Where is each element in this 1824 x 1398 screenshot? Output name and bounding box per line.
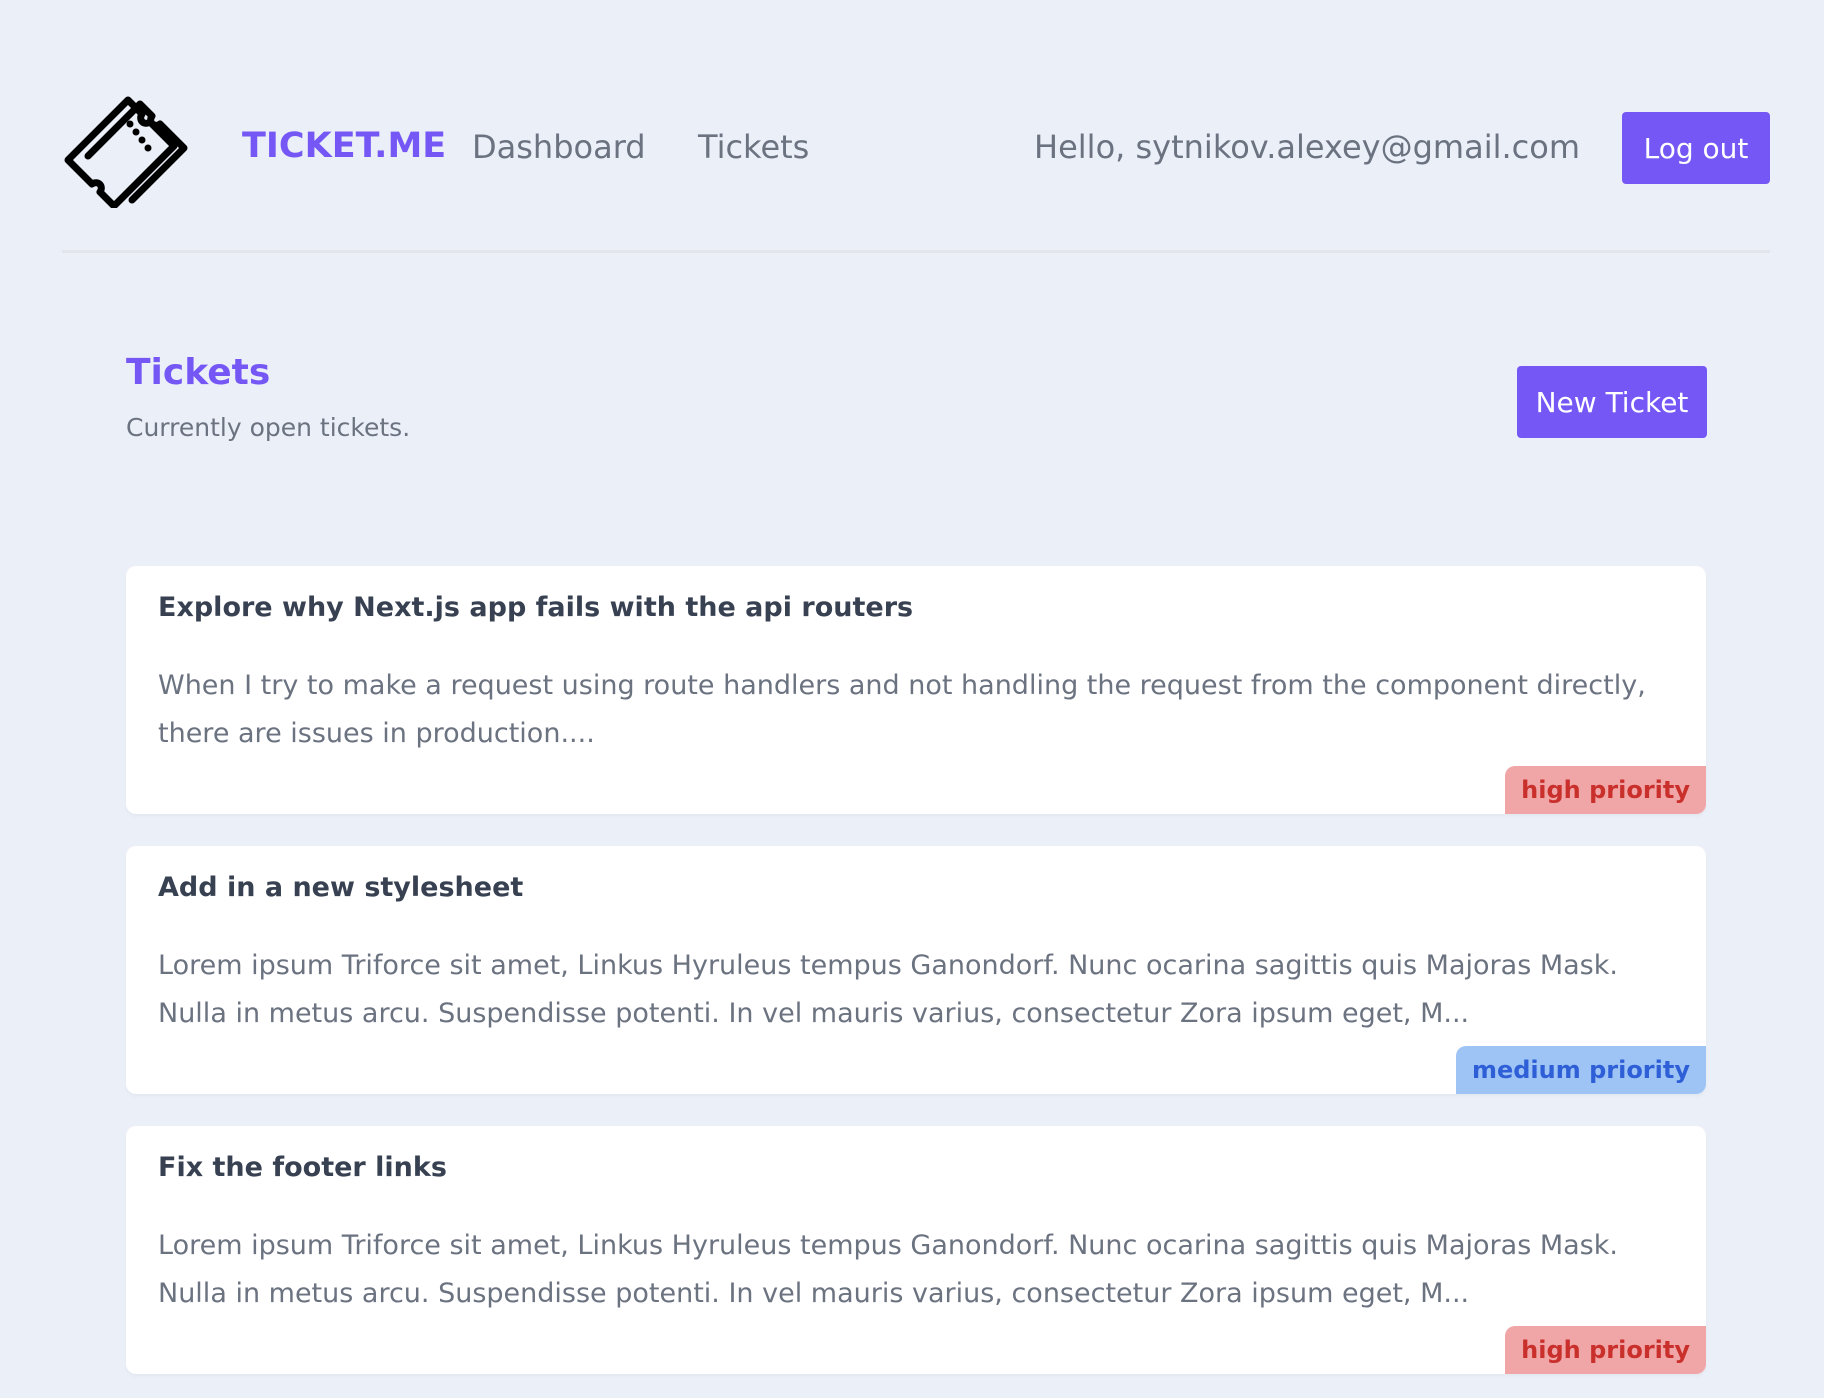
ticket-body: When I try to make a request using route…	[158, 670, 1646, 749]
ticket-card[interactable]: Explore why Next.js app fails with the a…	[126, 566, 1706, 814]
ticket-body: Lorem ipsum Triforce sit amet, Linkus Hy…	[158, 1230, 1618, 1309]
nav-link-dashboard[interactable]: Dashboard	[472, 128, 646, 166]
page-title: Tickets	[126, 352, 271, 393]
ticket-title: Fix the footer links	[158, 1152, 447, 1183]
new-ticket-button[interactable]: New Ticket	[1517, 366, 1707, 438]
brand-logo-text[interactable]: TICKET.ME	[242, 126, 446, 166]
ticket-title: Explore why Next.js app fails with the a…	[158, 592, 914, 623]
page-header: Tickets Currently open tickets.	[126, 352, 410, 442]
user-greeting: Hello, sytnikov.alexey@gmail.com	[1034, 128, 1580, 166]
ticket-icon[interactable]	[62, 88, 198, 208]
priority-badge: high priority	[1505, 766, 1706, 814]
logout-button[interactable]: Log out	[1622, 112, 1770, 184]
ticket-title: Add in a new stylesheet	[158, 872, 524, 903]
page-subtitle: Currently open tickets.	[126, 413, 411, 442]
ticket-body: Lorem ipsum Triforce sit amet, Linkus Hy…	[158, 950, 1618, 1029]
top-navbar: TICKET.ME Dashboard Tickets Hello, sytni…	[62, 80, 1770, 253]
priority-badge: high priority	[1505, 1326, 1706, 1374]
ticket-card[interactable]: Add in a new stylesheet Lorem ipsum Trif…	[126, 846, 1706, 1094]
nav-link-tickets[interactable]: Tickets	[698, 128, 809, 166]
priority-badge: medium priority	[1455, 1046, 1706, 1094]
ticket-card[interactable]: Fix the footer links Lorem ipsum Triforc…	[126, 1126, 1706, 1374]
